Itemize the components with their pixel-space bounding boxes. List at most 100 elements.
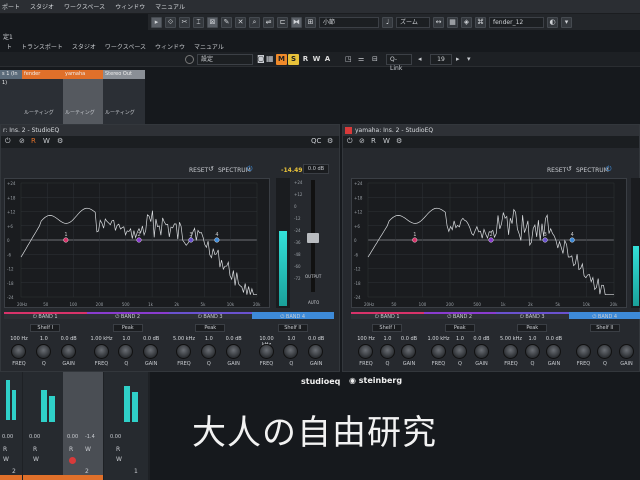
knob-gain[interactable] (618, 344, 634, 359)
read-button[interactable]: R (33, 446, 37, 453)
channel-fender[interactable]: fender ルーティング (22, 70, 63, 124)
automation-button[interactable]: A (322, 54, 333, 65)
mixer-settings-icon[interactable] (185, 55, 194, 64)
camera-icon[interactable]: ◙ (257, 54, 265, 63)
knob-freq[interactable] (430, 344, 446, 359)
output-fader-handle[interactable] (307, 233, 319, 243)
zoom-tool-icon[interactable]: ⌕ (249, 16, 260, 28)
nudge-icon[interactable]: ↔ (433, 16, 444, 28)
knob-q[interactable] (597, 344, 612, 359)
band-point-3[interactable] (542, 237, 548, 243)
menu-item-window[interactable]: ウィンドウ (115, 2, 145, 11)
band-point-1[interactable] (63, 237, 69, 243)
write-button[interactable]: W (85, 446, 91, 453)
channel-strip[interactable]: 0.00 R W 1 (104, 372, 148, 480)
band-point-4[interactable] (569, 237, 575, 243)
band-header-2[interactable]: ⏻ BAND 2 (423, 312, 496, 320)
band-type-select[interactable]: Shelf II (589, 324, 620, 332)
band-type-select[interactable]: Shelf I (30, 324, 61, 332)
fx-icon[interactable]: ⊟ (372, 55, 378, 63)
knob-freq[interactable] (93, 344, 109, 359)
link-icon[interactable]: ⌘ (475, 16, 486, 28)
band-header-1[interactable]: ⏻ BAND 1 (4, 312, 87, 320)
menu2-item-manual[interactable]: マニュアル (194, 42, 224, 51)
color-icon[interactable]: ▦ (447, 16, 458, 28)
knob-freq[interactable] (358, 344, 373, 359)
channel-number-field[interactable]: 19 (430, 54, 452, 65)
snap-toggle-icon[interactable]: ⧓ (291, 16, 302, 28)
erase-tool-icon[interactable]: ⊠ (207, 16, 218, 28)
band-type-select[interactable]: Peak (112, 324, 143, 332)
write-icon[interactable]: W (43, 137, 50, 145)
track-color-icon[interactable]: ◐ (547, 16, 558, 28)
band-header-4[interactable]: ⏻ BAND 4 (568, 312, 640, 320)
mixer-view-select[interactable]: 設定 (197, 54, 253, 65)
menu2-item-transport[interactable]: トランスポート (21, 42, 63, 51)
channel-strip-selected[interactable]: 0.00 -1.4 R W 2 (63, 372, 103, 480)
knob-gain[interactable] (401, 344, 416, 359)
channel-strip[interactable]: 0.00 R W 2 (0, 372, 22, 480)
track-select[interactable]: fender_12 (489, 16, 544, 28)
power-icon[interactable]: ⏻ (347, 137, 353, 146)
knob-q[interactable] (200, 344, 216, 359)
read-all-button[interactable]: R (300, 54, 311, 65)
knob-gain[interactable] (308, 344, 324, 359)
menu-item-studio[interactable]: スタジオ (30, 2, 54, 11)
knob-q[interactable] (452, 344, 467, 359)
preset-icon[interactable]: ⚙ (396, 137, 402, 145)
undo-icon[interactable]: ↺ (566, 165, 572, 173)
read-icon[interactable]: R (31, 137, 36, 145)
record-button[interactable] (69, 457, 76, 464)
band-point-1[interactable] (412, 237, 418, 243)
band-type-select[interactable]: Peak (517, 324, 548, 332)
read-button[interactable]: R (116, 446, 120, 453)
menu2-item-window[interactable]: ウィンドウ (155, 42, 185, 51)
mixer-menu-icon[interactable]: ▾ (467, 55, 471, 63)
band-type-select[interactable]: Peak (195, 324, 226, 332)
band-header-3[interactable]: ⏻ BAND 3 (496, 312, 569, 320)
channel-audio-in[interactable]: s 1 (In 1) (0, 70, 22, 124)
band-point-2[interactable] (488, 237, 494, 243)
time-warp-tool-icon[interactable]: ⊏ (277, 16, 288, 28)
knob-gain[interactable] (225, 344, 241, 359)
band-point-4[interactable] (214, 237, 220, 243)
snap-type-icon[interactable]: ⊞ (305, 16, 316, 28)
split-tool-icon[interactable]: ✂ (179, 16, 190, 28)
write-all-button[interactable]: W (311, 54, 322, 65)
grid-type-select[interactable]: 小節 (319, 16, 379, 28)
qlink-button[interactable]: Q-Link (386, 54, 412, 72)
track-settings-icon[interactable]: ▾ (561, 16, 572, 28)
qc-icon[interactable]: QC (311, 137, 321, 145)
knob-gain[interactable] (473, 344, 489, 359)
knob-q[interactable] (35, 344, 51, 359)
grid-icon[interactable]: ▦ (266, 54, 274, 63)
spectrum-power-icon[interactable]: ⏻ (606, 165, 612, 174)
menu-item-manual[interactable]: マニュアル (155, 2, 185, 11)
knob-freq[interactable] (11, 344, 26, 359)
band-header-4[interactable]: ⏻ BAND 4 (251, 312, 334, 320)
read-button[interactable]: R (3, 446, 7, 453)
knob-freq[interactable] (258, 344, 274, 359)
write-button[interactable]: W (116, 456, 122, 463)
eq-view-icon[interactable]: ⚌ (358, 55, 364, 63)
band-type-select[interactable]: Peak (444, 324, 475, 332)
menu-item-transport[interactable]: ポート (2, 2, 20, 11)
read-icon[interactable]: R (371, 137, 376, 145)
bypass-icon[interactable]: ⊘ (359, 137, 365, 145)
channel-yamaha[interactable]: yamaha ルーティング (63, 70, 103, 124)
menu2-item-studio[interactable]: スタジオ (72, 42, 96, 51)
mute-all-button[interactable]: M (276, 54, 287, 65)
band-type-select[interactable]: Shelf I (372, 324, 403, 332)
output-gain-field[interactable]: 0.0 dB (303, 164, 329, 174)
comp-tool-icon[interactable]: ⇌ (263, 16, 274, 28)
draw-tool-icon[interactable]: ✎ (221, 16, 232, 28)
band-point-3[interactable] (188, 237, 194, 243)
knob-q[interactable] (524, 344, 540, 359)
menu2-item-0[interactable]: ト (6, 42, 12, 51)
knob-freq[interactable] (176, 344, 191, 359)
undo-icon[interactable]: ↺ (208, 165, 214, 173)
reset-button[interactable]: RESET (547, 167, 566, 174)
channel-strip[interactable]: 0.00 R W (23, 372, 63, 480)
read-button[interactable]: R (69, 446, 73, 453)
menu2-item-workspace[interactable]: ワークスペース (105, 42, 146, 51)
